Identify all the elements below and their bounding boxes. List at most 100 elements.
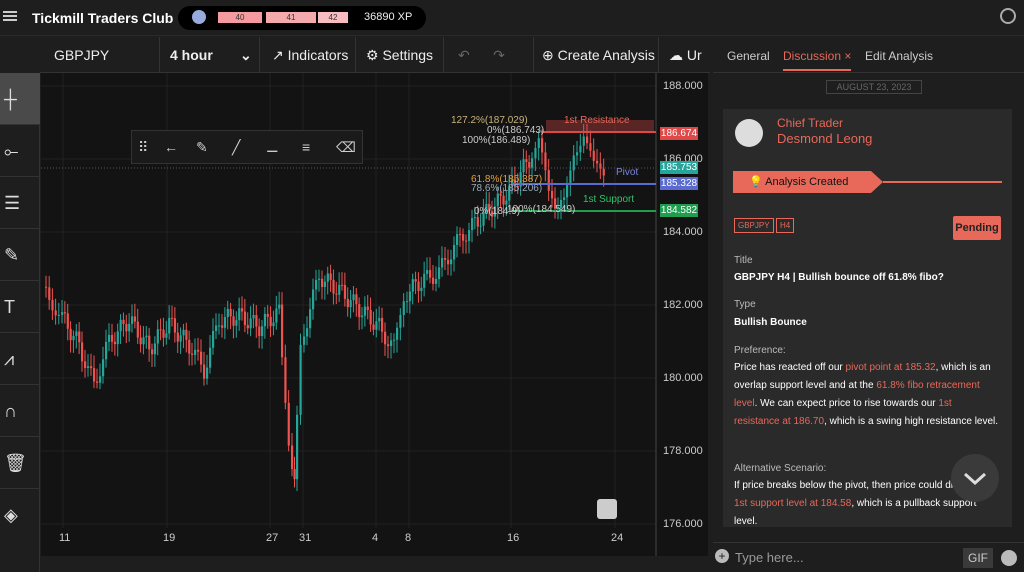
menu-icon[interactable] <box>3 9 17 23</box>
top-bar: Tickmill Traders Club 40 41 42 36890 XP <box>0 0 1024 36</box>
layers-tool[interactable]: ◈ <box>0 489 40 541</box>
preference-text: Price has reacted off our pivot point at… <box>734 359 1000 431</box>
type-value: Bullish Bounce <box>734 317 807 328</box>
line-width-icon[interactable]: ⚊ <box>266 139 279 156</box>
undo-icon[interactable]: ↶ <box>458 47 470 63</box>
create-analysis-label: Create Analysis <box>557 47 655 63</box>
pivot-label: Pivot <box>616 167 639 178</box>
symbol-selector[interactable]: GBPJPY <box>40 37 160 73</box>
xp-total: 36890 XP <box>364 11 413 23</box>
lightbulb-icon: 💡 <box>749 176 763 188</box>
indicators-label: Indicators <box>287 47 349 63</box>
settings-icon[interactable]: ⌫ <box>336 139 356 156</box>
gif-button[interactable]: GIF <box>963 548 993 568</box>
preference-label: Preference: <box>734 345 786 356</box>
fib-100-label: 100%(186.489) <box>462 135 531 146</box>
scroll-down-button[interactable] <box>951 454 999 502</box>
brush-tool[interactable]: ✎ <box>0 229 40 281</box>
right-panel: General Discussion × Edit Analysis AUGUS… <box>713 37 1024 572</box>
trash-icon: 🗑 <box>4 453 27 473</box>
text-tool[interactable]: T <box>0 281 40 333</box>
redo-icon[interactable]: ↷ <box>493 47 505 63</box>
y-tick: 178.000 <box>663 445 703 457</box>
layers-icon: ◈ <box>4 505 18 525</box>
plus-icon[interactable]: + <box>715 549 729 563</box>
timeframe-chip: H4 <box>776 218 795 233</box>
align-icon[interactable]: ≡ <box>302 139 310 155</box>
chevron-down-icon: ⌄ <box>240 47 252 63</box>
pref-text: , which is a swing high resistance level… <box>824 416 999 427</box>
globe-icon[interactable] <box>1000 8 1016 24</box>
y-tick: 180.000 <box>663 372 703 384</box>
interval-dropdown[interactable]: 4 hour ⌄ <box>160 37 260 73</box>
pattern-icon: ⩘ <box>4 349 15 369</box>
price-tag-pivot: 185.328 <box>660 177 698 190</box>
ribbon-line <box>883 181 1002 183</box>
undo-redo: ↶ ↷ <box>444 37 534 73</box>
message-input[interactable]: Type here... <box>735 550 804 565</box>
brush-icon: ✎ <box>4 245 20 265</box>
title-value: GBPJPY H4 | Bullish bounce off 61.8% fib… <box>734 272 944 283</box>
chevron-down-icon <box>963 472 987 486</box>
panel-tabs: General Discussion × Edit Analysis <box>713 37 1024 73</box>
drawing-toolbar: ┼ ⟜ ☰ ✎ T ⩘ ∩ 🗑 ◈ <box>0 73 40 572</box>
xp-level-41: 41 <box>266 12 316 23</box>
indicators-icon: ↗ <box>272 47 284 63</box>
author-role: Chief Trader <box>777 116 844 130</box>
drag-handle-icon[interactable]: ⠿ <box>138 139 148 156</box>
crosshair-tool[interactable]: ┼ <box>0 73 40 125</box>
date-separator: AUGUST 23, 2023 <box>826 80 922 94</box>
xp-level-40: 40 <box>218 12 262 23</box>
x-tick: 8 <box>405 532 412 544</box>
gear-icon: ⚙ <box>366 47 379 63</box>
trash-tool[interactable]: 🗑 <box>0 437 40 489</box>
close-icon[interactable]: × <box>844 49 851 63</box>
plus-circle-icon: ⊕ <box>542 47 554 63</box>
brush-icon[interactable]: ✎ <box>196 139 208 156</box>
alt-label: Alternative Scenario: <box>734 463 827 474</box>
magnet-tool[interactable]: ∩ <box>0 385 40 437</box>
fib-tool[interactable]: ☰ <box>0 177 40 229</box>
rank-icon <box>192 10 206 24</box>
create-analysis-button[interactable]: ⊕ Create Analysis <box>534 37 659 73</box>
line-style-icon[interactable]: ╱ <box>232 139 240 156</box>
x-tick: 31 <box>299 532 312 544</box>
settings-label: Settings <box>382 47 434 63</box>
fib-100b-label: 100%(184.549) <box>507 204 576 215</box>
indicators-button[interactable]: ↗ Indicators <box>260 37 356 73</box>
resistance-label: 1st Resistance <box>564 115 630 126</box>
status-ribbon: 💡 Analysis Created <box>733 171 883 193</box>
tab-general[interactable]: General <box>727 49 770 63</box>
title-label: Title <box>734 255 753 266</box>
tab-edit-analysis[interactable]: Edit Analysis <box>865 49 933 63</box>
pref-highlight: pivot point at 185.32 <box>845 362 936 373</box>
arrow-left-icon[interactable]: ← <box>164 139 178 155</box>
avatar <box>735 119 763 147</box>
pending-badge[interactable]: Pending <box>953 216 1001 240</box>
line-icon: ⟜ <box>4 141 19 161</box>
magnet-icon: ∩ <box>4 401 17 421</box>
fib-786-label: 78.6%(185.206) <box>471 183 543 194</box>
lightbulb-icon[interactable] <box>597 499 617 519</box>
tab-discussion-label: Discussion <box>783 49 842 63</box>
y-tick: 182.000 <box>663 299 703 311</box>
interval-label: 4 hour <box>170 47 213 63</box>
type-label: Type <box>734 299 756 310</box>
tab-discussion[interactable]: Discussion × <box>783 49 852 71</box>
pref-text: . We can expect price to rise towards ou… <box>754 398 939 409</box>
settings-button[interactable]: ⚙ Settings <box>356 37 444 73</box>
upload-icon: ☁ <box>669 47 683 63</box>
x-tick: 19 <box>163 532 176 544</box>
pref-text: Price has reacted off our <box>734 362 846 373</box>
y-tick: 188.000 <box>663 80 703 92</box>
price-tag-resistance: 186.674 <box>660 127 698 140</box>
emoji-icon[interactable] <box>1001 550 1017 566</box>
line-tool[interactable]: ⟜ <box>0 125 40 177</box>
pattern-tool[interactable]: ⩘ <box>0 333 40 385</box>
message-composer: + Type here... GIF <box>713 542 1024 572</box>
crosshair-icon: ┼ <box>4 89 17 109</box>
upload-button[interactable]: ☁ Ur <box>659 37 710 73</box>
symbol-chip: GBPJPY <box>734 218 774 233</box>
status-label: Analysis Created <box>765 176 849 188</box>
price-tag-current: 185.753 <box>660 161 698 174</box>
